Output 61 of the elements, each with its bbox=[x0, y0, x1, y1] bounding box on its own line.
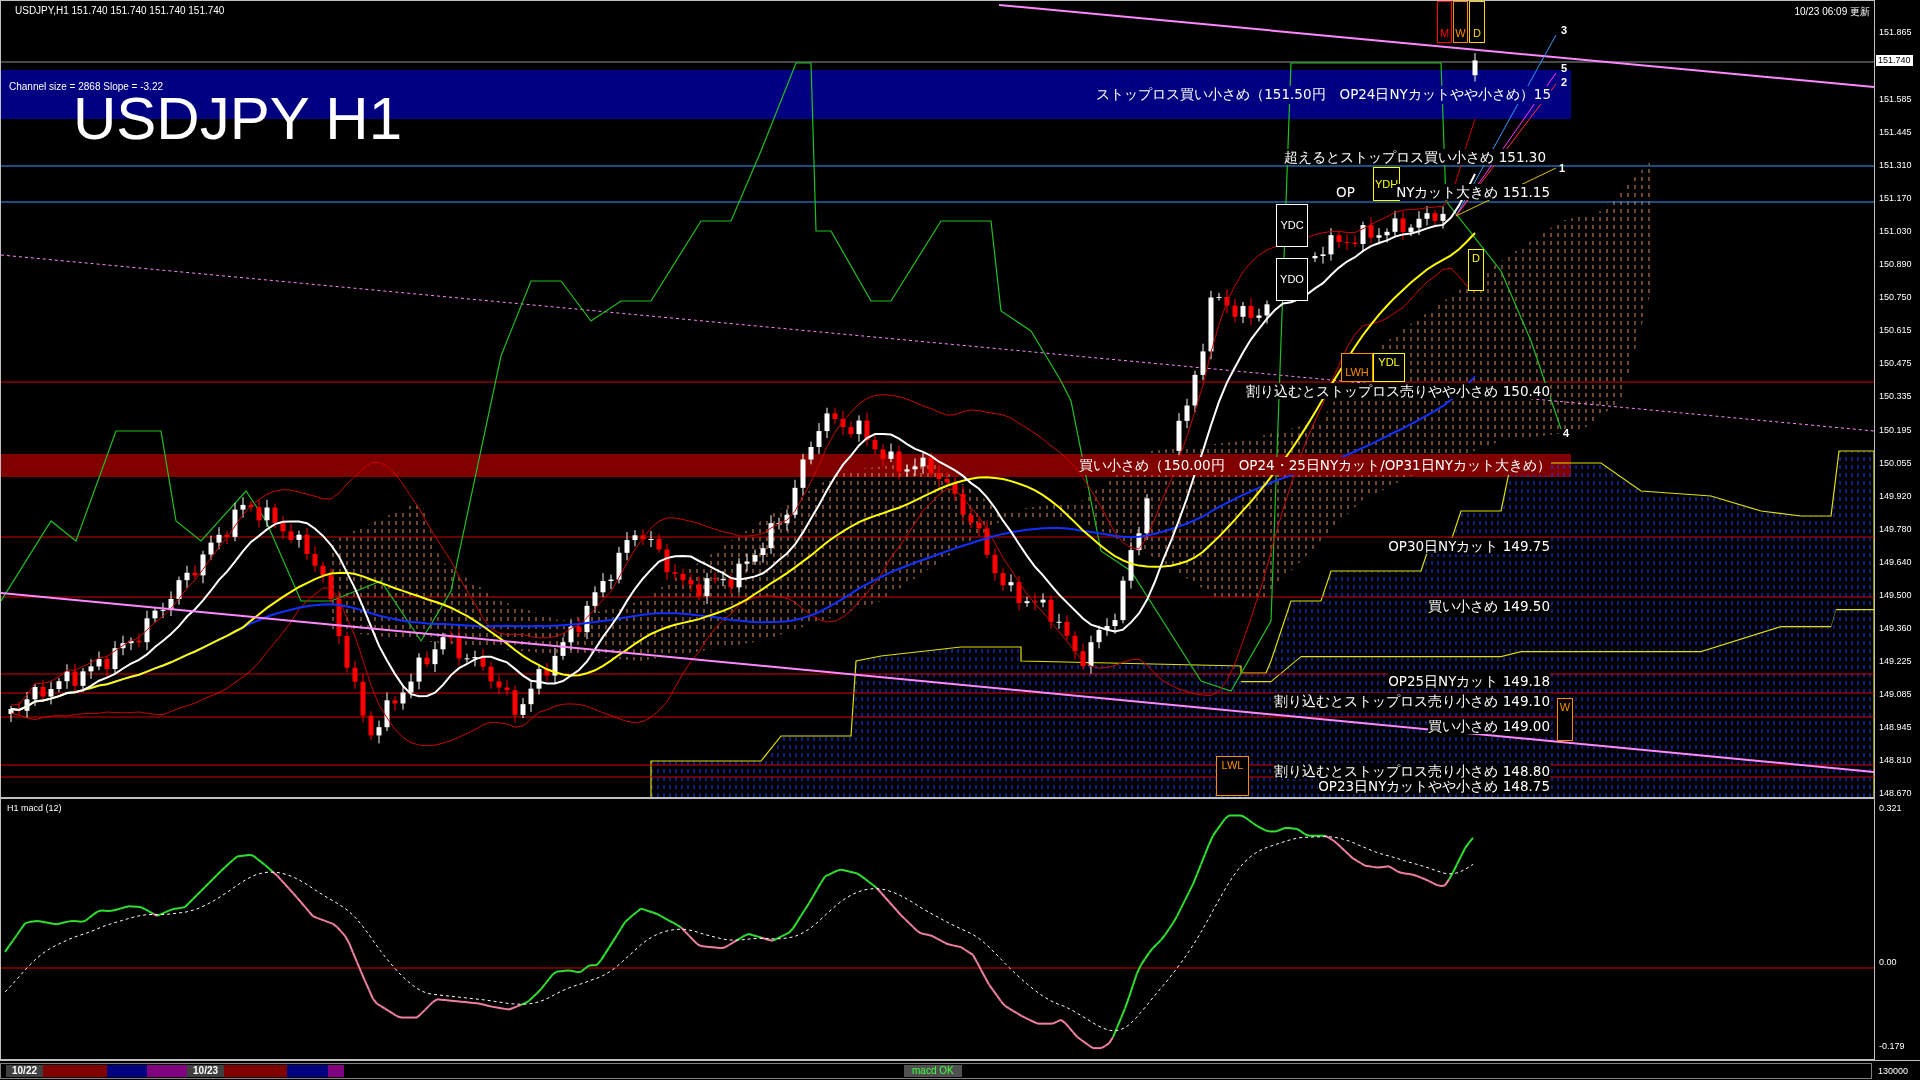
status-label: macd OK bbox=[904, 1065, 962, 1077]
axis-label: 150.615 bbox=[1879, 325, 1912, 337]
axis-label: 149.780 bbox=[1879, 523, 1912, 535]
annotation-text: OP30日NYカット 149.75 bbox=[1388, 538, 1550, 554]
date-label: 10/22 bbox=[6, 1065, 44, 1077]
level-marker: YDO bbox=[1276, 258, 1308, 301]
annotation-text: OP bbox=[1336, 184, 1355, 200]
line-label: 4 bbox=[1563, 427, 1570, 439]
axis-label: 149.360 bbox=[1879, 622, 1912, 634]
level-marker: M bbox=[1437, 1, 1452, 43]
line-label: 3 bbox=[1561, 24, 1568, 36]
annotation-text: 割り込むとストップロス売り小さめ 148.80 bbox=[1274, 763, 1550, 779]
annotation-text: OP25日NYカット 149.18 bbox=[1388, 673, 1550, 689]
axis-label: 0.321 bbox=[1879, 803, 1902, 814]
axis-label: 151.170 bbox=[1879, 193, 1912, 205]
axis-label: 150.890 bbox=[1879, 259, 1912, 271]
axis-label: -0.179 bbox=[1879, 1041, 1905, 1052]
axis-label: 151.310 bbox=[1879, 160, 1912, 172]
axis-label: 151.585 bbox=[1879, 94, 1912, 105]
level-marker: W bbox=[1557, 698, 1573, 741]
axis-label: 150.750 bbox=[1879, 292, 1912, 304]
level-marker: D bbox=[1468, 249, 1484, 291]
axis-label: 151.865 bbox=[1879, 27, 1912, 38]
date-label: 10/23 bbox=[187, 1065, 225, 1077]
line-label: 2 bbox=[1561, 76, 1568, 88]
level-marker: LWH bbox=[1341, 353, 1373, 382]
axis-label: 150.335 bbox=[1879, 391, 1912, 403]
annotation-text: 買い小さめ 149.00 bbox=[1428, 718, 1550, 734]
level-marker: YDC bbox=[1276, 204, 1308, 247]
axis-label: 150.195 bbox=[1879, 424, 1912, 436]
annotation-text: 割り込むとストップロス売り小さめ 149.10 bbox=[1274, 693, 1550, 709]
line-label: 1 bbox=[1559, 162, 1566, 174]
axis-label: 148.810 bbox=[1879, 755, 1912, 766]
scale-label: 130000 bbox=[1877, 1066, 1910, 1076]
axis-label: 150.055 bbox=[1879, 457, 1912, 469]
axis-label: 149.085 bbox=[1879, 688, 1912, 700]
axis-label: 149.500 bbox=[1879, 589, 1912, 601]
line-label: 5 bbox=[1561, 62, 1568, 74]
annotation-text: 超えるとストップロス買い小さめ 151.30 bbox=[1284, 149, 1546, 165]
level-marker: W bbox=[1453, 1, 1468, 43]
axis-label: 151.445 bbox=[1879, 127, 1912, 139]
axis-label: 149.920 bbox=[1879, 490, 1912, 502]
update-time: 10/23 06:09 更新 bbox=[1794, 5, 1870, 19]
annotation-text: OP23日NYカットやや小さめ 148.75 bbox=[1318, 778, 1550, 794]
current-price-label: 151.740 bbox=[1876, 55, 1913, 66]
zone-label: 買い小さめ（150.00円 OP24・25日NYカット/OP31日NYカット大きめ） bbox=[1079, 456, 1551, 475]
axis-label: 0.00 bbox=[1879, 957, 1897, 968]
annotation-text: 買い小さめ 149.50 bbox=[1428, 598, 1550, 614]
axis-label: 151.030 bbox=[1879, 226, 1912, 238]
axis-label: 149.640 bbox=[1879, 556, 1912, 568]
level-marker: D bbox=[1469, 1, 1485, 43]
axis-label: 148.945 bbox=[1879, 721, 1912, 733]
chart-header: USDJPY,H1 151.740 151.740 151.740 151.740 bbox=[15, 5, 225, 16]
level-marker: YDL bbox=[1373, 353, 1405, 382]
annotation-text: 割り込むとストップロス売りやや小さめ 150.40 bbox=[1246, 383, 1550, 399]
axis-label: 149.225 bbox=[1879, 655, 1912, 667]
axis-label: 148.670 bbox=[1879, 788, 1912, 800]
indicator-title: H1 macd (12) bbox=[7, 803, 62, 813]
zone-label: ストップロス買い小さめ（151.50円 OP24日NYカットやや小さめ）15 bbox=[1096, 85, 1551, 104]
level-marker: LWL bbox=[1216, 756, 1249, 796]
axis-label: 150.475 bbox=[1879, 358, 1912, 370]
